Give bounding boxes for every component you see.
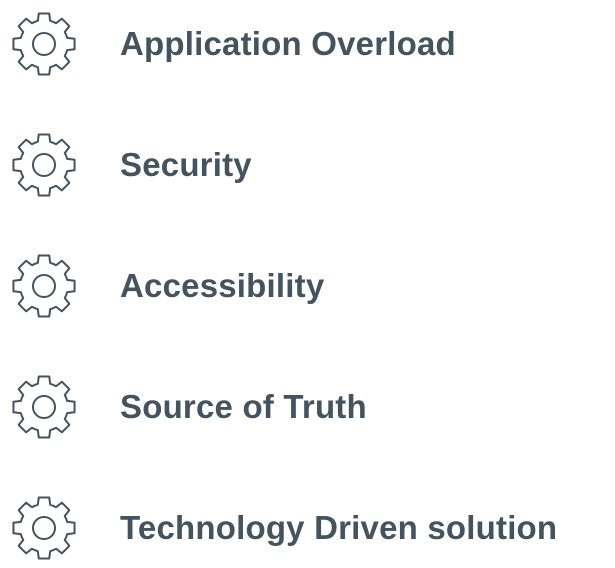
gear-hub — [32, 274, 56, 298]
list-item-accessibility: Accessibility — [6, 246, 324, 326]
list-item-source-of-truth: Source of Truth — [6, 367, 367, 447]
gear-hub — [32, 395, 56, 419]
gear-icon — [12, 254, 76, 318]
gear-outline — [12, 133, 76, 197]
gear-outline — [12, 254, 76, 318]
list-item-label: Technology Driven solution — [120, 509, 558, 546]
gear-icon — [12, 375, 76, 439]
list-item-label: Application Overload — [120, 25, 456, 62]
gear-outline — [12, 496, 76, 560]
topic-list: Application Overload Security Accessibil… — [0, 0, 615, 560]
list-item-label: Security — [120, 146, 252, 183]
gear-icon — [12, 133, 76, 197]
gear-icon — [12, 496, 76, 560]
gear-hub — [32, 153, 56, 177]
gear-outline — [12, 12, 76, 76]
list-item-security: Security — [6, 125, 252, 205]
list-item-technology-driven-solution: Technology Driven solution — [6, 488, 557, 568]
list-item-label: Source of Truth — [120, 388, 367, 425]
list-item-label: Accessibility — [120, 267, 325, 304]
gear-hub — [32, 32, 56, 56]
list-item-application-overload: Application Overload — [6, 4, 456, 84]
gear-icon — [12, 12, 76, 76]
gear-outline — [12, 375, 76, 439]
gear-hub — [32, 516, 56, 540]
